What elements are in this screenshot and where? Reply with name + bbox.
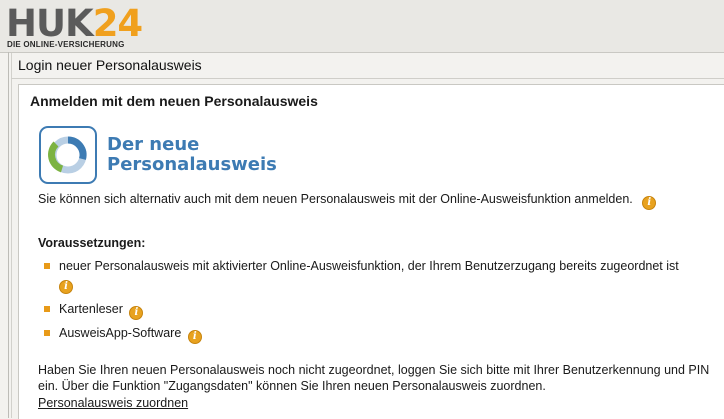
prerequisites-heading: Voraussetzungen: bbox=[38, 236, 146, 250]
bullet-square-icon bbox=[44, 306, 50, 312]
list-item: Kartenleser i bbox=[44, 301, 724, 320]
panel-title: Login neuer Personalausweis bbox=[18, 57, 202, 73]
npa-logo-line1: Der neue bbox=[107, 134, 200, 155]
intro-text-row: Sie können sich alternativ auch mit dem … bbox=[38, 192, 657, 210]
logo-tagline: DIE ONLINE-VERSICHERUNG bbox=[7, 40, 125, 49]
prerequisite-text: AusweisApp-Software bbox=[59, 326, 182, 340]
prerequisite-text: Kartenleser bbox=[59, 302, 123, 316]
bullet-square-icon bbox=[44, 330, 50, 336]
logo-wordmark: HUK24 bbox=[6, 2, 143, 45]
info-icon[interactable]: i bbox=[642, 196, 657, 210]
page-header: HUK24 DIE ONLINE-VERSICHERUNG bbox=[0, 0, 724, 53]
prerequisites-list: neuer Personalausweis mit aktivierter On… bbox=[44, 258, 724, 344]
logo-number: 24 bbox=[92, 2, 143, 45]
huk24-logo[interactable]: HUK24 DIE ONLINE-VERSICHERUNG bbox=[4, 4, 154, 50]
list-item: neuer Personalausweis mit aktivierter On… bbox=[44, 258, 724, 294]
npa-logo-line2: Personalausweis bbox=[107, 154, 277, 175]
personalausweis-logo-icon bbox=[39, 126, 97, 184]
npa-logo-text: Der neue Personalausweis bbox=[107, 135, 277, 175]
assign-instructions: Haben Sie Ihren neuen Personalausweis no… bbox=[38, 363, 710, 393]
assign-personalausweis-link[interactable]: Personalausweis zuordnen bbox=[38, 396, 188, 410]
info-icon[interactable]: i bbox=[129, 306, 144, 320]
info-icon[interactable]: i bbox=[187, 330, 202, 344]
logo-brand: HUK bbox=[6, 2, 94, 45]
intro-text: Sie können sich alternativ auch mit dem … bbox=[38, 192, 633, 206]
title-divider bbox=[11, 78, 724, 79]
card-title: Anmelden mit dem neuen Personalausweis bbox=[30, 93, 318, 109]
list-item: AusweisApp-Software i bbox=[44, 325, 724, 344]
bullet-square-icon bbox=[44, 263, 50, 269]
left-divider bbox=[8, 52, 9, 418]
prerequisite-text: neuer Personalausweis mit aktivierter On… bbox=[59, 259, 679, 273]
info-icon[interactable]: i bbox=[59, 280, 73, 294]
